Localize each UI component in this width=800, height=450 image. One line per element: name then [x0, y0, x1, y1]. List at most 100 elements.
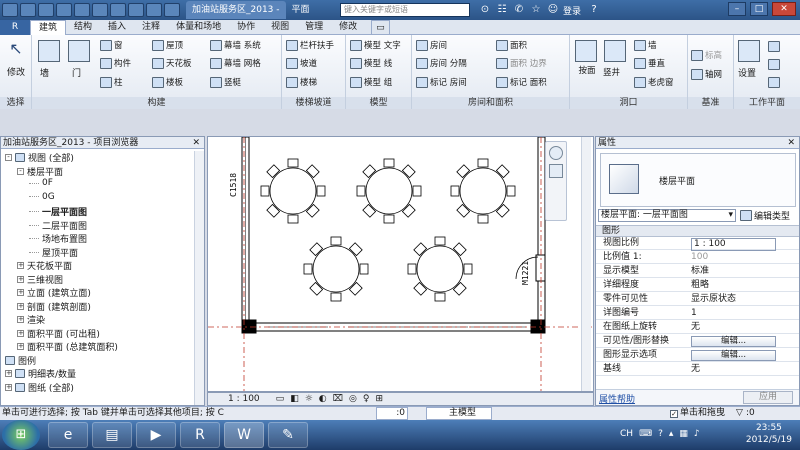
- instance-filter-select[interactable]: 楼层平面: 一层平面图 ▾: [598, 209, 736, 222]
- area-button[interactable]: 面积: [496, 39, 527, 51]
- property-value[interactable]: 无: [691, 364, 700, 375]
- communication-icon[interactable]: ✆: [512, 3, 526, 17]
- model-group-button[interactable]: 模型 组: [350, 76, 392, 88]
- section-icon[interactable]: [146, 3, 162, 17]
- favorites-icon[interactable]: ☆: [529, 3, 543, 17]
- expand-icon[interactable]: +: [17, 343, 24, 350]
- wall-icon[interactable]: [38, 40, 60, 62]
- maximize-icon[interactable]: □: [750, 2, 768, 16]
- expand-icon[interactable]: +: [17, 302, 24, 310]
- revit-icon[interactable]: R: [180, 422, 220, 448]
- dormer-button[interactable]: 老虎窗: [634, 76, 674, 88]
- shadows-icon[interactable]: ◐: [319, 394, 327, 404]
- tag-room-button[interactable]: 标记 房间: [416, 76, 467, 88]
- component-button[interactable]: 构件: [100, 57, 131, 69]
- app-menu-button[interactable]: [2, 3, 18, 17]
- mullion-button[interactable]: 竖梃: [210, 76, 241, 88]
- application-menu[interactable]: R: [0, 19, 30, 35]
- ceiling-button[interactable]: 天花板: [152, 57, 192, 69]
- tab-insert[interactable]: 插入: [100, 20, 134, 35]
- close-icon[interactable]: ✕: [772, 2, 796, 16]
- property-value[interactable]: 无: [691, 322, 700, 333]
- expand-icon[interactable]: +: [17, 316, 24, 323]
- column-button[interactable]: 柱: [100, 76, 123, 88]
- browser-item[interactable]: 0G: [29, 192, 55, 202]
- view-scale[interactable]: 1 : 100: [228, 394, 260, 404]
- ref-plane-icon[interactable]: [768, 59, 780, 70]
- model-text-button[interactable]: 模型 文字: [350, 39, 401, 51]
- login-link[interactable]: 登录: [563, 4, 581, 17]
- drag-elements-toggle[interactable]: ✓ 单击和拖曳: [670, 407, 725, 420]
- browser-item[interactable]: 屋顶平面: [29, 246, 78, 259]
- properties-help-link[interactable]: 属性帮助: [599, 392, 635, 405]
- browser-item[interactable]: 0F: [29, 178, 53, 188]
- browser-item[interactable]: + 面积平面 (可出租): [17, 327, 100, 340]
- browser-item[interactable]: + 面积平面 (总建筑面积): [17, 340, 118, 353]
- detail-level-icon[interactable]: ▭: [276, 394, 285, 404]
- language-indicator[interactable]: CH: [620, 429, 633, 439]
- design-option-select[interactable]: 主模型: [426, 407, 492, 420]
- vertical-opening-button[interactable]: 垂直: [634, 57, 665, 69]
- close-icon[interactable]: ✕: [192, 137, 200, 149]
- browser-item[interactable]: + 三维视图: [17, 273, 63, 286]
- browser-item[interactable]: 一层平面图: [29, 205, 87, 218]
- graphics-section-header[interactable]: 图形: [596, 225, 799, 237]
- ramp-button[interactable]: 坡道: [286, 57, 317, 69]
- browser-item[interactable]: 场地布置图: [29, 232, 87, 245]
- area-boundary-button[interactable]: 面积 边界: [496, 57, 547, 69]
- redo-icon[interactable]: [74, 3, 90, 17]
- tab-view[interactable]: 视图: [263, 20, 297, 35]
- reveal-hidden-icon[interactable]: ♀: [363, 394, 370, 404]
- browser-item[interactable]: + 渲染: [17, 313, 45, 326]
- railing-button[interactable]: 栏杆扶手: [286, 39, 334, 51]
- binoculars-icon[interactable]: ⊙: [478, 3, 492, 17]
- volume-icon[interactable]: ♪: [694, 429, 700, 439]
- print-icon[interactable]: [92, 3, 108, 17]
- browser-item[interactable]: + 图纸 (全部): [5, 381, 74, 394]
- tray-arrow-icon[interactable]: ▴: [669, 429, 674, 439]
- expand-icon[interactable]: +: [17, 329, 24, 337]
- set-workplane-icon[interactable]: [738, 40, 760, 62]
- property-value[interactable]: 粗略: [691, 280, 709, 291]
- roof-button[interactable]: 屋顶: [152, 39, 183, 51]
- browser-scrollbar[interactable]: [194, 151, 204, 405]
- level-button[interactable]: 标高: [691, 49, 722, 61]
- wall-opening-button[interactable]: 墙: [634, 39, 657, 51]
- tab-manage[interactable]: 管理: [297, 20, 331, 35]
- browser-item[interactable]: 图例: [5, 354, 36, 367]
- browser-item[interactable]: + 剖面 (建筑剖面): [17, 300, 91, 313]
- tag-area-button[interactable]: 标记 面积: [496, 76, 547, 88]
- edit-type-button[interactable]: 编辑类型: [740, 209, 790, 222]
- by-face-button[interactable]: 按面: [576, 66, 598, 76]
- room-button[interactable]: 房间: [416, 39, 447, 51]
- ribbon-minimize-button[interactable]: ▭: [371, 19, 390, 35]
- word-icon[interactable]: W: [224, 422, 264, 448]
- ie-icon[interactable]: e: [48, 422, 88, 448]
- subscription-icon[interactable]: ☷: [495, 3, 509, 17]
- wall-button[interactable]: 墙: [40, 66, 49, 79]
- open-icon[interactable]: [20, 3, 36, 17]
- search-input[interactable]: 键入关键字或短语: [340, 3, 470, 17]
- app-icon[interactable]: ✎: [268, 422, 308, 448]
- show-workplane-icon[interactable]: [768, 41, 780, 52]
- shaft-button[interactable]: 竖井: [603, 66, 620, 78]
- browser-item[interactable]: + 立面 (建筑立面): [17, 286, 91, 299]
- room-separator-button[interactable]: 房间 分隔: [416, 57, 467, 69]
- curtain-system-button[interactable]: 幕墙 系统: [210, 39, 261, 51]
- analytical-icon[interactable]: ⊞: [375, 394, 383, 404]
- text-icon[interactable]: [164, 3, 180, 17]
- expand-icon[interactable]: +: [17, 289, 24, 296]
- network-icon[interactable]: ▦: [679, 429, 688, 439]
- crop-view-icon[interactable]: ⌧: [333, 394, 343, 404]
- keyboard-icon[interactable]: ⌨: [639, 429, 652, 439]
- undo-icon[interactable]: [56, 3, 72, 17]
- visual-style-icon[interactable]: ◧: [290, 394, 299, 404]
- expand-icon[interactable]: +: [17, 275, 24, 283]
- by-face-icon[interactable]: [575, 40, 597, 62]
- curtain-grid-button[interactable]: 幕墙 网格: [210, 57, 261, 69]
- expand-icon[interactable]: +: [5, 383, 12, 391]
- zoom-icon[interactable]: [549, 164, 563, 178]
- canvas-scrollbar[interactable]: [581, 137, 591, 391]
- filter-icon[interactable]: ▽: [736, 407, 743, 420]
- property-value[interactable]: 1 : 100: [691, 238, 776, 251]
